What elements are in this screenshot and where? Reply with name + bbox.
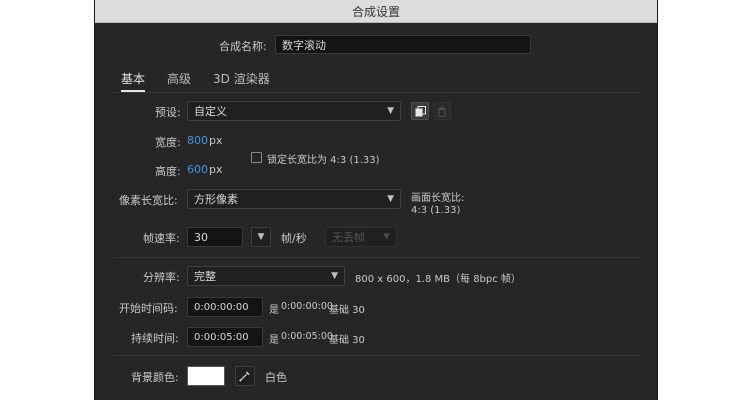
- width-label: 宽度:: [155, 136, 181, 149]
- frame-aspect-value: 4:3 (1.33): [411, 205, 461, 216]
- save-preset-icon: [415, 105, 426, 116]
- chevron-down-icon: ▼: [383, 232, 390, 242]
- chevron-down-icon: ▼: [331, 271, 338, 281]
- settings-tabs: 基本 高级 3D 渲染器: [121, 70, 270, 92]
- height-value[interactable]: 600: [187, 163, 208, 176]
- tab-advanced[interactable]: 高级: [167, 70, 191, 92]
- background-color-name: 白色: [265, 371, 287, 384]
- tab-basic[interactable]: 基本: [121, 70, 146, 92]
- dialog-titlebar: 合成设置: [95, 0, 657, 23]
- chevron-down-icon: ▼: [257, 232, 265, 242]
- drop-frame-select: 无丢帧 ▼: [325, 227, 397, 247]
- preset-value: 自定义: [194, 105, 227, 118]
- frame-rate-unit: 帧/秒: [281, 232, 307, 245]
- height-label: 高度:: [155, 165, 181, 178]
- frame-rate-dropdown[interactable]: ▼: [251, 227, 271, 247]
- chevron-down-icon: ▼: [387, 194, 394, 204]
- start-timecode-label: 开始时间码:: [119, 302, 178, 315]
- lock-aspect-label: 锁定长宽比为 4:3 (1.33): [267, 155, 380, 166]
- duration-info-base: 基础 30: [329, 335, 365, 346]
- basic-panel: 预设: 自定义 ▼ 宽度: 800 px 锁定长宽比为 4:3 (1.33) 高…: [113, 92, 641, 393]
- start-timecode-info-time: 0:00:00:00: [281, 301, 333, 312]
- width-unit: px: [209, 134, 223, 147]
- start-timecode-input[interactable]: 0:00:00:00: [187, 297, 263, 317]
- delete-preset-button[interactable]: [433, 102, 451, 120]
- lock-aspect-checkbox[interactable]: [251, 152, 262, 163]
- comp-name-value: 数字滚动: [282, 38, 326, 52]
- resolution-value: 完整: [194, 270, 216, 283]
- composition-settings-dialog: 合成设置 合成名称: 数字滚动 基本 高级 3D 渲染器 预设: 自定义 ▼ 宽…: [94, 0, 658, 400]
- section-divider: [113, 257, 641, 258]
- drop-frame-value: 无丢帧: [332, 231, 365, 244]
- chevron-down-icon: ▼: [387, 106, 394, 116]
- duration-value: 0:00:05:00: [194, 331, 249, 343]
- resolution-label: 分辨率:: [143, 271, 180, 284]
- frame-rate-input[interactable]: 30: [187, 227, 243, 247]
- start-timecode-info-base: 基础 30: [329, 305, 365, 316]
- pixel-aspect-label: 像素长宽比:: [119, 194, 178, 207]
- duration-info-prefix: 是: [269, 335, 279, 346]
- frame-rate-label: 帧速率:: [143, 232, 180, 245]
- duration-label: 持续时间:: [131, 332, 179, 345]
- width-value[interactable]: 800: [187, 134, 208, 147]
- dialog-title: 合成设置: [351, 4, 400, 19]
- trash-icon: [438, 106, 446, 117]
- frame-rate-value: 30: [194, 230, 208, 244]
- comp-name-label: 合成名称:: [219, 40, 267, 53]
- background-color-label: 背景颜色:: [131, 371, 179, 384]
- preset-label: 预设:: [155, 106, 181, 119]
- resolution-info: 800 x 600，1.8 MB（每 8bpc 帧）: [355, 274, 521, 285]
- preset-select[interactable]: 自定义 ▼: [187, 101, 401, 121]
- save-preset-button[interactable]: [411, 102, 429, 120]
- eyedropper-icon: [239, 371, 250, 382]
- section-divider: [113, 355, 641, 356]
- comp-name-input[interactable]: 数字滚动: [275, 35, 531, 54]
- pixel-aspect-value: 方形像素: [194, 193, 238, 206]
- background-color-swatch[interactable]: [187, 366, 225, 386]
- duration-info-time: 0:00:05:00: [281, 331, 333, 342]
- frame-aspect-label: 画面长宽比:: [411, 193, 465, 204]
- resolution-select[interactable]: 完整 ▼: [187, 266, 345, 286]
- eyedropper-button[interactable]: [235, 366, 255, 386]
- start-timecode-value: 0:00:00:00: [194, 301, 249, 313]
- duration-input[interactable]: 0:00:05:00: [187, 327, 263, 347]
- pixel-aspect-select[interactable]: 方形像素 ▼: [187, 189, 401, 209]
- start-timecode-info-prefix: 是: [269, 305, 279, 316]
- height-unit: px: [209, 163, 223, 176]
- tab-3d-renderer[interactable]: 3D 渲染器: [213, 70, 270, 92]
